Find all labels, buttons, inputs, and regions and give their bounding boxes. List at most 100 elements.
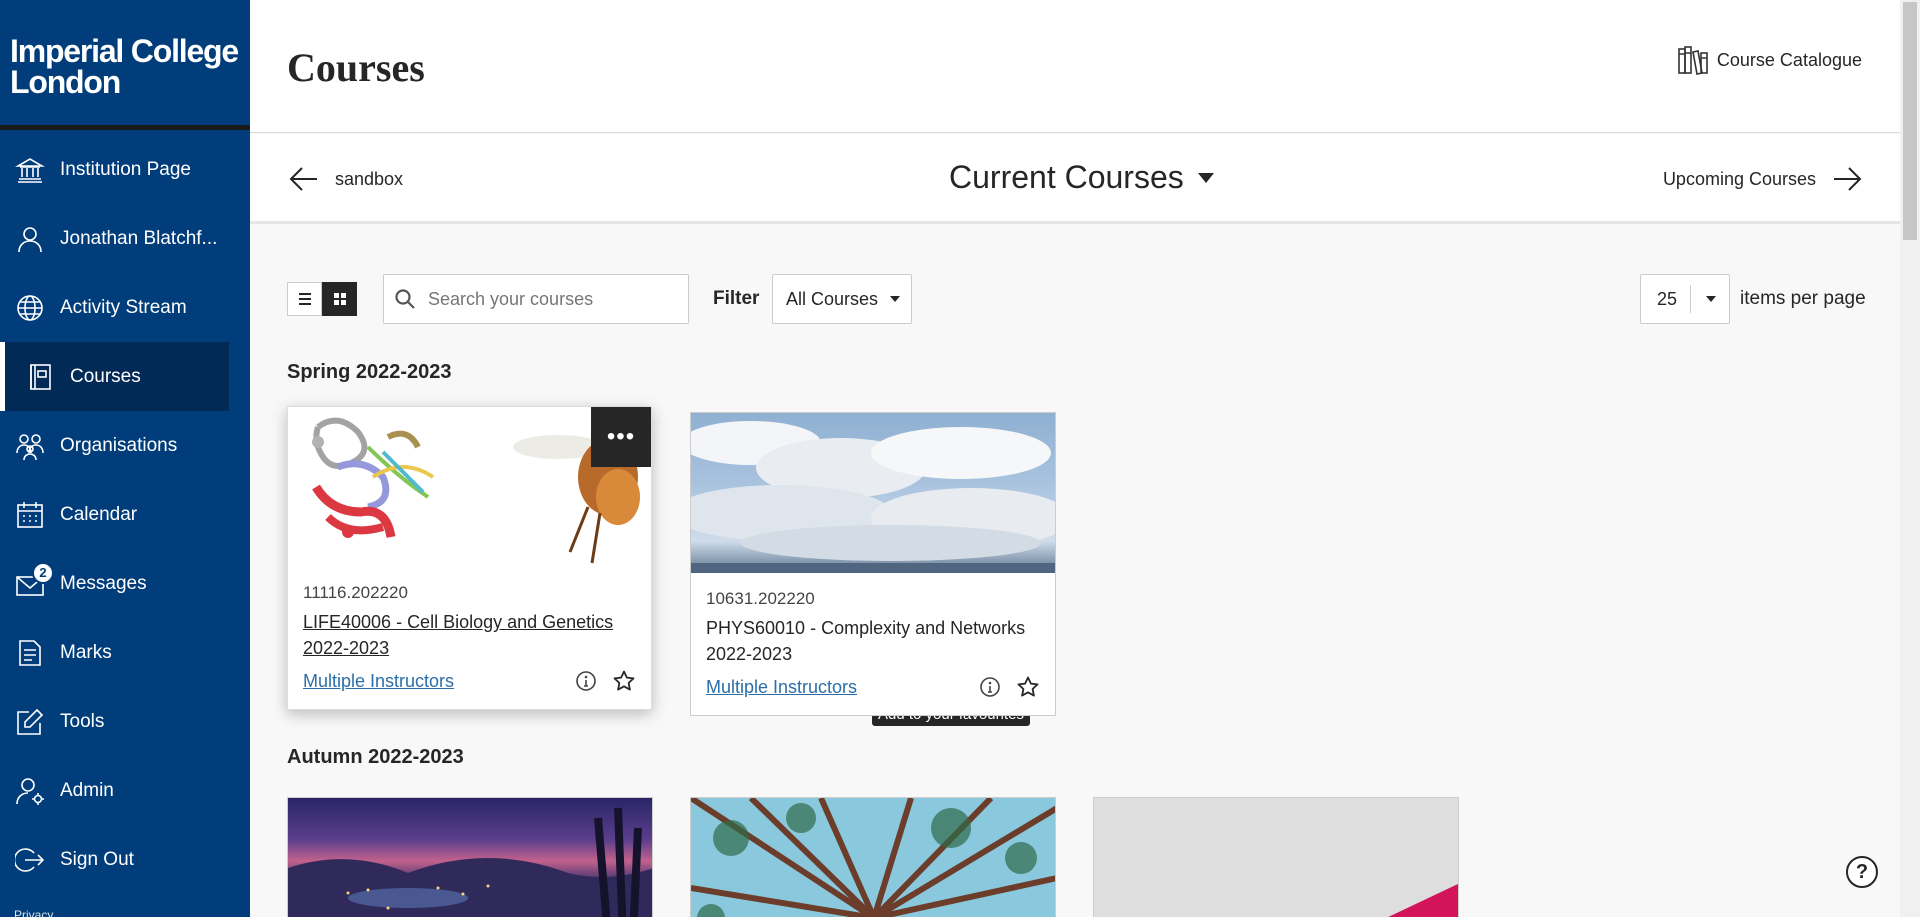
favourite-star-icon[interactable] (1016, 675, 1040, 699)
institution-icon (14, 154, 46, 186)
course-image-placeholder (1094, 798, 1458, 917)
course-card[interactable]: 10631.202220 PHYS60010 - Complexity and … (690, 412, 1056, 716)
course-card[interactable]: ••• 11116.202220 LIFE40006 - Cell Biolog… (287, 406, 652, 710)
list-view-button[interactable] (287, 282, 322, 316)
sidebar-item-label: Sign Out (60, 848, 134, 870)
page-header: Courses Course Catalogue (250, 0, 1900, 133)
page-title: Courses (287, 45, 425, 90)
list-icon (298, 293, 311, 305)
course-image-forest-canopy (691, 798, 1055, 917)
clouds-illustration (691, 421, 1055, 573)
sidebar-item-label: Institution Page (60, 158, 191, 180)
sidebar-item-label: Activity Stream (60, 296, 187, 318)
course-catalogue-link[interactable]: Course Catalogue (1677, 44, 1862, 76)
sidebar-item-label: Marks (60, 641, 112, 663)
messages-count-badge: 2 (32, 561, 54, 584)
course-card[interactable] (1093, 797, 1459, 917)
instructors-link[interactable]: Multiple Instructors (706, 677, 964, 698)
question-mark-icon: ? (1855, 860, 1869, 883)
sidebar-item-messages[interactable]: 2 Messages (0, 549, 250, 618)
view-toggle (287, 282, 357, 316)
envelope-icon: 2 (14, 561, 54, 600)
main-content: Courses Course Catalogue sandbox Current… (250, 0, 1900, 917)
course-title-link[interactable]: LIFE40006 - Cell Biology and Genetics 20… (303, 609, 636, 661)
course-card[interactable] (690, 797, 1056, 917)
current-term-dropdown[interactable]: Current Courses (949, 159, 1214, 196)
imperial-logo[interactable]: Imperial College London (0, 0, 250, 130)
sidebar-item-label: Jonathan Blatchf... (60, 227, 218, 249)
grid-icon (333, 293, 346, 305)
sign-out-icon (14, 844, 46, 876)
sidebar-item-institution-page[interactable]: Institution Page (0, 135, 250, 204)
page-scrollbar[interactable] (1900, 0, 1920, 917)
search-icon (395, 289, 415, 309)
course-code: 10631.202220 (706, 589, 815, 608)
sidebar-item-admin[interactable]: Admin (0, 756, 250, 825)
help-button[interactable]: ? (1846, 856, 1878, 888)
sidebar-item-profile[interactable]: Jonathan Blatchf... (0, 204, 250, 273)
previous-term-label: sandbox (335, 168, 404, 189)
sidebar: Imperial College London Institution Page … (0, 0, 250, 917)
next-term-label: Upcoming Courses (1662, 168, 1816, 189)
admin-user-gear-icon (14, 775, 46, 807)
course-image-night-landscape (288, 798, 652, 917)
current-term-label: Current Courses (949, 159, 1184, 195)
filter-label: Filter (713, 288, 760, 309)
sidebar-item-tools[interactable]: Tools (0, 687, 250, 756)
course-title-link[interactable]: PHYS60010 - Complexity and Networks 2022… (706, 615, 1040, 667)
sidebar-nav: Institution Page Jonathan Blatchf... Act… (0, 135, 250, 894)
user-icon (14, 223, 46, 255)
privacy-link[interactable]: Privacy (14, 908, 53, 917)
info-icon[interactable] (574, 669, 598, 693)
sidebar-item-label: Tools (60, 710, 105, 732)
grid-view-button[interactable] (322, 282, 357, 316)
course-catalogue-label: Course Catalogue (1716, 49, 1862, 70)
favourite-star-icon[interactable] (612, 669, 636, 693)
caret-down-icon (1197, 172, 1214, 183)
previous-term-button[interactable]: sandbox (287, 162, 403, 196)
arrow-left-icon (289, 167, 317, 191)
pink-shape-illustration (1388, 883, 1458, 917)
scrollbar-thumb[interactable] (1903, 2, 1917, 240)
instructors-link[interactable]: Multiple Instructors (303, 671, 560, 692)
sidebar-item-activity-stream[interactable]: Activity Stream (0, 273, 250, 342)
info-icon[interactable] (978, 675, 1002, 699)
sidebar-item-courses[interactable]: Courses (0, 342, 229, 411)
catalogue-books-icon (1678, 46, 1708, 75)
sidebar-item-sign-out[interactable]: Sign Out (0, 825, 250, 894)
sidebar-item-calendar[interactable]: Calendar (0, 480, 250, 549)
arrow-right-icon (1834, 167, 1862, 191)
next-term-button[interactable]: Upcoming Courses (1663, 162, 1864, 196)
sidebar-item-label: Courses (70, 365, 141, 387)
course-image-clouds (691, 413, 1055, 573)
term-heading-autumn: Autumn 2022-2023 (287, 746, 464, 768)
forest-canopy-illustration (691, 798, 1055, 917)
course-card[interactable] (287, 797, 653, 917)
term-heading-spring: Spring 2022-2023 (287, 361, 452, 383)
search-input[interactable] (428, 288, 678, 310)
course-code: 11116.202220 (303, 583, 408, 602)
edit-tools-icon (14, 706, 46, 738)
organisations-icon (14, 430, 46, 462)
caret-down-icon (890, 296, 901, 302)
marks-icon (14, 637, 46, 669)
course-card-footer: Multiple Instructors (706, 675, 1040, 699)
sidebar-item-organisations[interactable]: Organisations (0, 411, 250, 480)
sidebar-item-label: Calendar (60, 503, 138, 525)
sidebar-item-label: Admin (60, 779, 114, 801)
term-navigation: sandbox Current Courses Upcoming Courses (250, 134, 1900, 224)
items-per-page-value: 25 (1641, 285, 1691, 313)
items-per-page-dropdown[interactable]: 25 (1640, 274, 1730, 324)
globe-icon (14, 292, 46, 324)
filter-value: All Courses (786, 288, 879, 309)
sidebar-item-marks[interactable]: Marks (0, 618, 250, 687)
course-options-button[interactable]: ••• (591, 407, 651, 467)
course-image-molecules: ••• (288, 407, 651, 567)
filter-dropdown[interactable]: All Courses (772, 274, 912, 324)
course-card-footer: Multiple Instructors (303, 669, 636, 693)
courses-book-icon (24, 361, 56, 393)
caret-down-icon (1706, 296, 1716, 302)
sidebar-item-label: Messages (60, 572, 147, 594)
night-landscape-illustration (288, 807, 652, 917)
sidebar-item-label: Organisations (60, 434, 178, 456)
